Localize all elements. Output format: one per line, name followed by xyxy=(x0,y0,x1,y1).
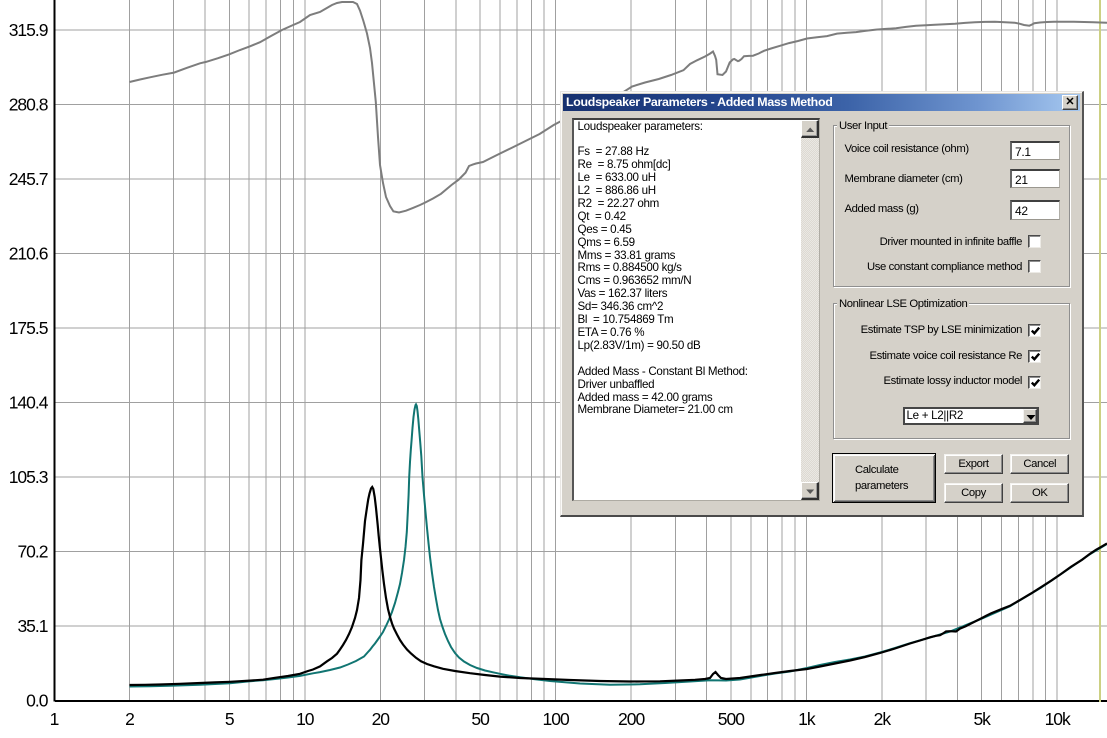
svg-text:105.3: 105.3 xyxy=(9,467,48,487)
svg-text:315.9: 315.9 xyxy=(9,20,48,40)
svg-text:70.2: 70.2 xyxy=(17,541,47,561)
svg-text:0.0: 0.0 xyxy=(26,690,49,710)
svg-text:10: 10 xyxy=(296,709,315,729)
svg-text:50: 50 xyxy=(471,709,490,729)
svg-text:210.6: 210.6 xyxy=(9,243,48,263)
svg-text:20: 20 xyxy=(372,709,391,729)
svg-text:5k: 5k xyxy=(973,709,991,729)
svg-text:140.4: 140.4 xyxy=(9,392,49,412)
svg-text:500: 500 xyxy=(718,709,745,729)
svg-text:1k: 1k xyxy=(798,709,816,729)
svg-text:100: 100 xyxy=(542,709,569,729)
svg-text:280.8: 280.8 xyxy=(9,94,48,114)
svg-text:2: 2 xyxy=(125,709,134,729)
svg-text:2k: 2k xyxy=(874,709,892,729)
svg-text:1: 1 xyxy=(50,709,59,729)
svg-text:245.7: 245.7 xyxy=(9,169,48,189)
svg-text:5: 5 xyxy=(225,709,234,729)
svg-text:200: 200 xyxy=(618,709,645,729)
svg-text:35.1: 35.1 xyxy=(17,616,47,636)
svg-text:10k: 10k xyxy=(1045,709,1071,729)
svg-text:175.5: 175.5 xyxy=(9,318,48,338)
